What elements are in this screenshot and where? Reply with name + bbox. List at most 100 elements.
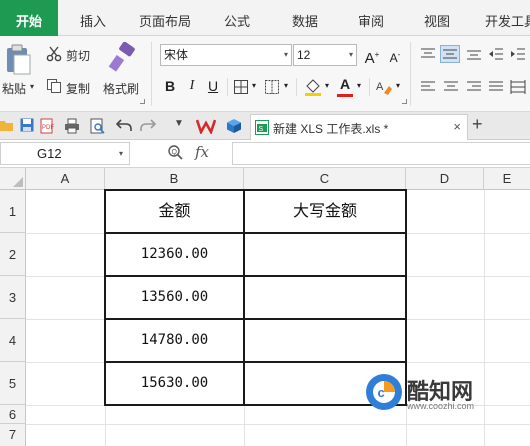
open-folder-icon[interactable] [0,118,14,132]
row-header-7[interactable]: 7 [0,424,26,446]
align-bottom-icon[interactable] [466,47,482,61]
cell-c4-uppercase[interactable] [245,319,405,362]
insert-function-button[interactable]: fx [195,143,209,161]
cell-b5-amount[interactable]: 15630.00 [106,362,243,405]
paste-dropdown-icon[interactable]: ▾ [30,82,34,91]
tab-insert[interactable]: 插入 [70,0,116,36]
row-header-4[interactable]: 4 [0,319,26,362]
border-dropdown-icon[interactable]: ▾ [250,76,258,96]
formula-input[interactable] [232,142,530,165]
ribbon-divider [227,78,228,96]
gridline [484,190,485,446]
paste-icon[interactable] [4,44,32,76]
export-pdf-icon[interactable]: PDF [40,118,56,134]
close-tab-icon[interactable]: × [453,119,461,134]
formula-bar: G12 ▾ Q fx [0,140,530,168]
column-header-a[interactable]: A [26,168,105,190]
border-icon[interactable] [233,79,249,95]
align-left-icon[interactable] [420,80,436,94]
cut-button[interactable]: 剪切 [66,47,90,64]
format-painter-icon[interactable] [108,42,138,74]
underline-button[interactable]: U [205,76,221,96]
justify-icon[interactable] [488,80,504,94]
fill-color-icon[interactable] [304,77,322,97]
font-size-select[interactable]: 12 ▾ [293,44,357,66]
paste-label[interactable]: 粘贴 [2,80,26,97]
print-icon[interactable] [64,118,80,134]
ribbon-home-panel: 粘贴 ▾ 剪切 复制 格式刷 宋体 ▾ 12 ▾ A+ A- B I U ▾ ▾… [0,36,530,112]
scissors-icon[interactable] [46,46,62,62]
copy-icon[interactable] [46,78,62,94]
copy-button[interactable]: 复制 [66,80,90,97]
select-all-triangle-icon [13,177,23,187]
print-preview-icon[interactable] [90,118,106,134]
fill-color-dropdown-icon[interactable]: ▾ [323,76,331,96]
font-dialog-launcher[interactable] [402,99,407,104]
tab-page-layout[interactable]: 页面布局 [130,0,200,36]
tab-data[interactable]: 数据 [282,0,328,36]
tab-review[interactable]: 审阅 [348,0,394,36]
clipboard-dialog-launcher[interactable] [140,99,145,104]
column-header-d[interactable]: D [406,168,484,190]
document-tab[interactable]: S 新建 XLS 工作表.xls * × [250,114,468,140]
fill-grid-icon[interactable] [264,79,280,95]
format-painter-button[interactable]: 格式刷 [103,80,139,97]
cell-b3-amount[interactable]: 13560.00 [106,276,243,319]
column-header-e[interactable]: E [484,168,530,190]
save-icon[interactable] [20,118,34,132]
font-color-button[interactable]: A [337,74,353,97]
cell-c3-uppercase[interactable] [245,276,405,319]
cell-b2-amount[interactable]: 12360.00 [106,233,243,276]
tab-view[interactable]: 视图 [414,0,460,36]
chevron-down-icon: ▾ [118,149,123,158]
new-tab-icon[interactable]: + [472,114,483,135]
column-header-b[interactable]: B [105,168,244,190]
tab-formulas[interactable]: 公式 [214,0,260,36]
coozhi-logo-icon: c [366,374,402,410]
font-name-select[interactable]: 宋体 ▾ [160,44,292,66]
merge-dropdown-icon[interactable]: ▾ [282,76,290,96]
zoom-formula-icon[interactable]: Q [167,144,183,160]
clear-format-dropdown-icon[interactable]: ▾ [394,76,402,96]
ribbon-divider [410,42,411,106]
clear-format-icon[interactable]: A [375,78,393,96]
indent-increase-icon[interactable] [510,47,526,61]
ribbon-divider [369,78,370,96]
column-header-c[interactable]: C [244,168,406,190]
spreadsheet-file-icon: S [255,120,269,135]
row-header-5[interactable]: 5 [0,362,26,405]
decrease-font-icon[interactable]: A- [386,45,404,65]
cell-b1-header[interactable]: 金额 [106,190,243,233]
select-all-corner[interactable] [0,168,26,190]
cell-c2-uppercase[interactable] [245,233,405,276]
distributed-icon[interactable] [510,80,526,94]
svg-text:A: A [376,81,384,93]
wps-logo-icon[interactable] [196,118,216,134]
tab-developer[interactable]: 开发工具 [476,0,530,36]
chevron-down-icon: ▾ [348,50,353,59]
cell-c1-header[interactable]: 大写金额 [245,190,405,233]
align-right-icon[interactable] [466,80,482,94]
name-box[interactable]: G12 ▾ [0,142,130,165]
increase-font-icon[interactable]: A+ [362,45,382,67]
customize-quick-access-icon[interactable]: ▼ [174,118,184,129]
gridline [26,424,530,425]
tab-home[interactable]: 开始 [0,0,58,36]
italic-button[interactable]: I [184,76,200,96]
row-header-3[interactable]: 3 [0,276,26,319]
redo-icon[interactable] [140,118,156,132]
font-color-dropdown-icon[interactable]: ▾ [355,76,363,96]
indent-decrease-icon[interactable] [488,47,504,61]
bold-button[interactable]: B [161,76,179,96]
row-header-2[interactable]: 2 [0,233,26,276]
undo-icon[interactable] [116,118,132,132]
row-header-1[interactable]: 1 [0,190,26,233]
watermark-url: www.coozhi.com [407,401,475,411]
cube-icon[interactable] [226,118,242,134]
align-middle-icon[interactable] [440,45,460,63]
cell-b4-amount[interactable]: 14780.00 [106,319,243,362]
font-size-value: 12 [297,48,311,62]
row-header-6[interactable]: 6 [0,405,26,424]
align-center-icon[interactable] [443,80,459,94]
align-top-icon[interactable] [420,47,436,61]
